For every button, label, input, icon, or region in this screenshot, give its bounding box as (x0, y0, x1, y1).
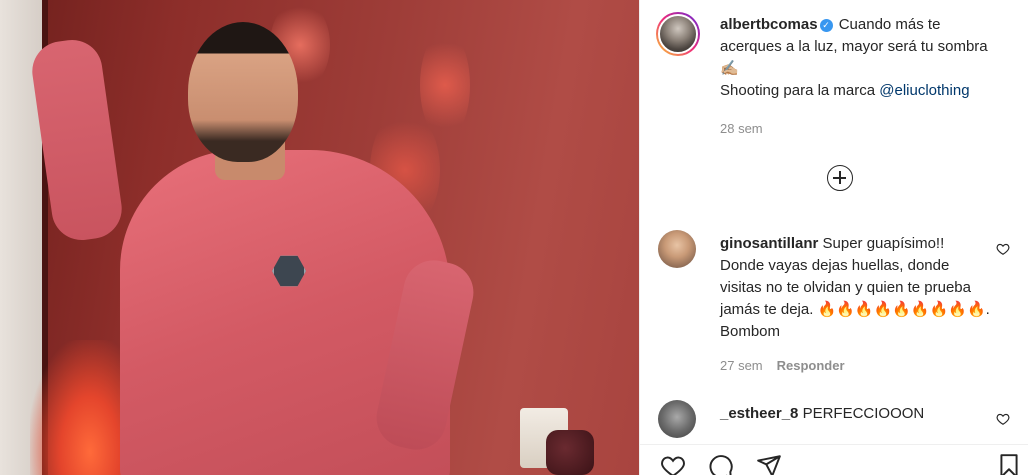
reply-button[interactable]: Responder (777, 358, 845, 373)
post-details-panel: albertbcomas ✓ Cuando más te acerques a l… (639, 0, 1028, 475)
verified-badge-icon: ✓ (819, 19, 833, 32)
caption: albertbcomas ✓ Cuando más te acerques a l… (720, 14, 990, 102)
author-avatar[interactable] (656, 12, 700, 56)
heart-icon[interactable] (660, 453, 686, 475)
heart-icon[interactable] (996, 412, 1010, 426)
comment-meta: 27 sem Responder (720, 358, 845, 373)
comment: _estheer_8 PERFECCIOOON (720, 403, 990, 425)
caption-timestamp[interactable]: 28 sem (720, 121, 763, 136)
commenter-avatar[interactable] (658, 400, 696, 438)
commenter-avatar[interactable] (658, 230, 696, 268)
heart-icon[interactable] (996, 242, 1010, 256)
bookmark-icon[interactable] (996, 453, 1022, 475)
caption-mention-link[interactable]: @eliuclothing (879, 82, 969, 99)
author-avatar-image (658, 14, 698, 54)
photo-head (188, 22, 298, 162)
plus-circle-icon[interactable] (827, 165, 853, 191)
comment-timestamp[interactable]: 27 sem (720, 358, 763, 373)
action-bar (640, 444, 1028, 475)
author-username[interactable]: albertbcomas (720, 16, 818, 33)
photo-jar (546, 430, 594, 475)
comment-username[interactable]: _estheer_8 (720, 405, 798, 422)
paper-plane-icon[interactable] (756, 453, 782, 475)
post-photo[interactable] (0, 0, 639, 475)
comment-icon[interactable] (708, 453, 734, 475)
comment-text: PERFECCIOOON (802, 405, 925, 422)
comment-username[interactable]: ginosantillanr (720, 235, 818, 252)
caption-text-2: Shooting para la marca (720, 82, 880, 99)
comment: ginosantillanr Super guapísimo!! Donde v… (720, 233, 990, 343)
